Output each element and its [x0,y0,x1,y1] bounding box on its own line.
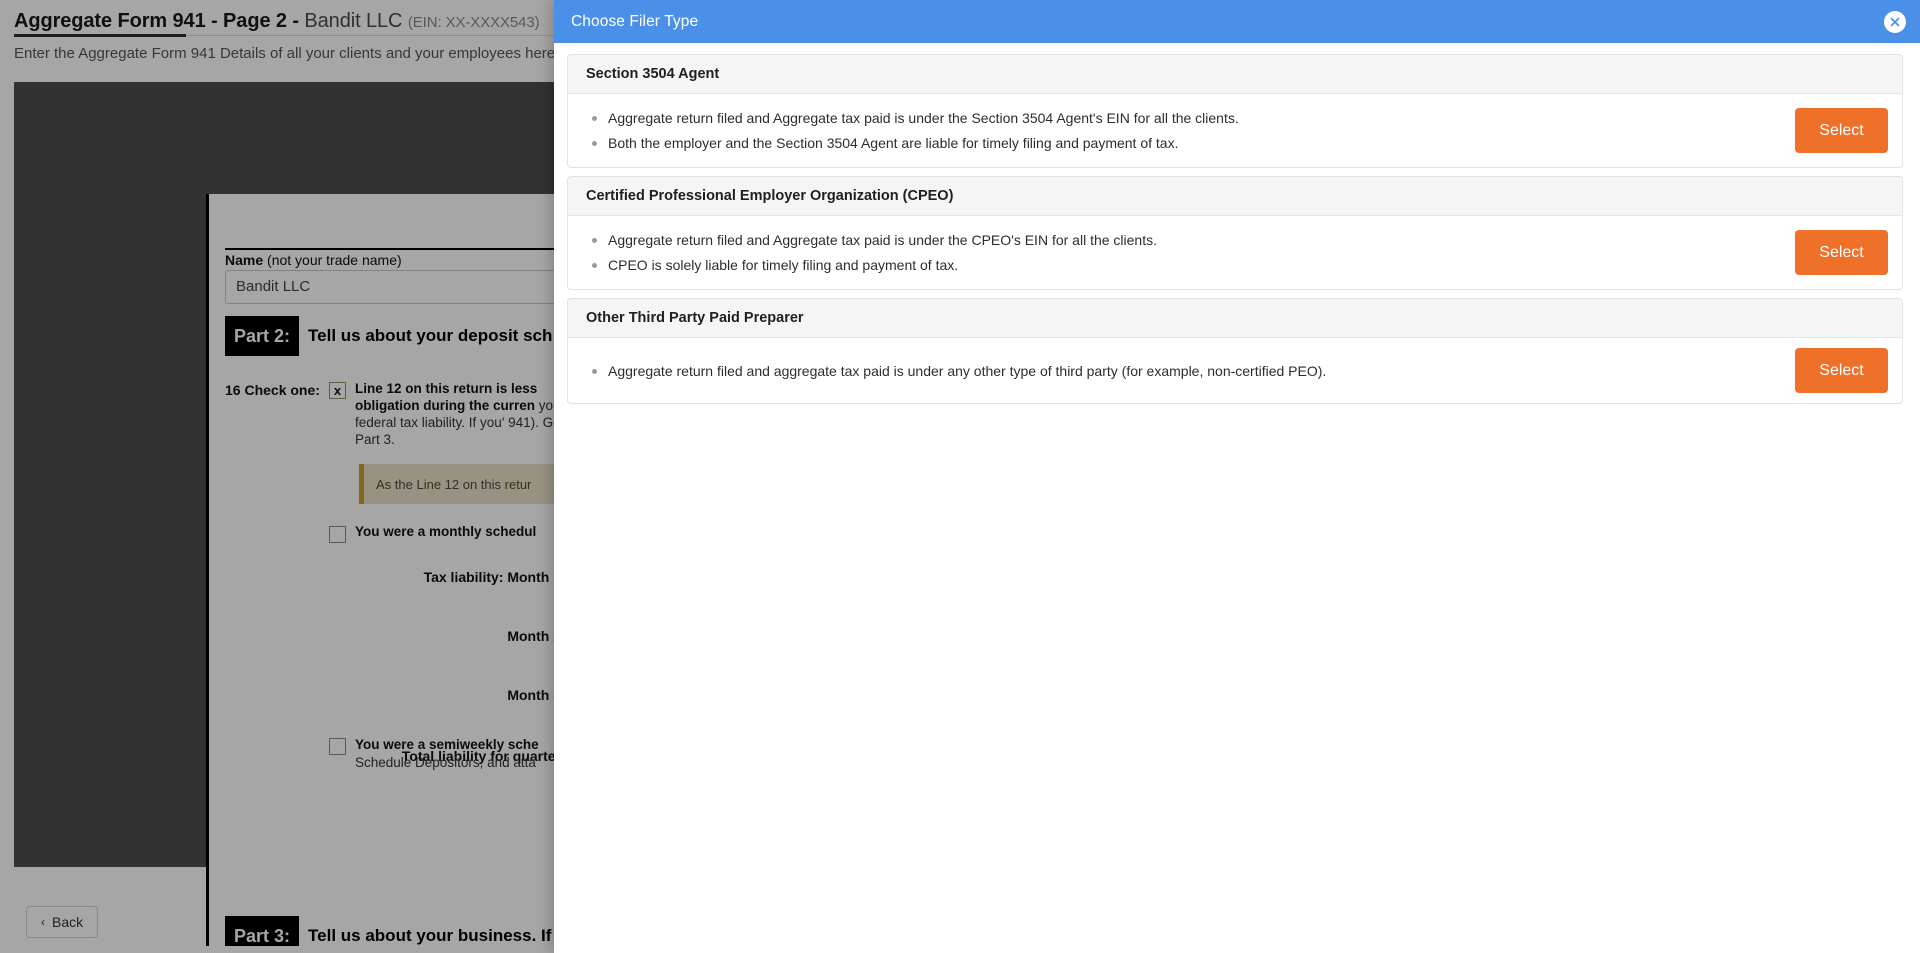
form-option-semiweekly-normal: Schedule Depositors, and atta [355,755,536,770]
form-name-label-bold: Name [225,252,264,268]
back-button[interactable]: ‹ Back [26,906,99,938]
form-liability-row-month1: Tax liability: Month 1 [423,569,561,585]
page-title-ein: (EIN: XX-XXXX543) [407,14,540,31]
list-item: Aggregate return filed and Aggregate tax… [586,107,1779,129]
title-divider-accent [14,34,186,37]
back-button-label: Back [52,914,84,930]
form-liability-row-month3: Month 3 [507,687,561,703]
form-part2-tag: Part 2: [225,316,300,356]
form-part2-band: Part 2: Tell us about your deposit sch [225,316,565,356]
filer-type-body: Aggregate return filed and Aggregate tax… [568,216,1902,289]
form-part3-band: Part 3: Tell us about your business. If [225,916,565,946]
page-header: Aggregate Form 941 - Page 2 - Bandit LLC… [0,0,560,72]
filer-type-bullet-list: Aggregate return filed and Aggregate tax… [586,226,1779,279]
form-check-one-label: 16 Check one: [225,382,320,398]
form-option-monthly-text: You were a monthly schedul [355,524,537,539]
form-preview-canvas: Name (not your trade name) Bandit LLC Pa… [14,82,570,946]
close-icon[interactable] [1884,10,1906,33]
filer-type-body: Aggregate return filed and Aggregate tax… [568,94,1902,167]
form-liability-row-month2: Month 2 [507,628,561,644]
select-button-section-3504-agent[interactable]: Select [1795,108,1888,153]
form-option-semiweekly-text: You were a semiweekly sche Schedule Depo… [355,736,570,772]
form-checkbox-semiweekly-depositor[interactable] [329,738,346,755]
filer-type-heading: Certified Professional Employer Organiza… [568,177,1902,216]
list-item: CPEO is solely liable for timely filing … [586,254,1779,276]
filer-type-card: Section 3504 Agent Aggregate return file… [567,54,1903,168]
form-checkbox-line12[interactable]: x [329,382,346,399]
form-option-line12-bold: Line 12 on this return is less obligatio… [355,381,538,413]
filer-type-heading: Section 3504 Agent [568,55,1902,94]
filer-type-body: Aggregate return filed and aggregate tax… [568,338,1902,403]
chevron-left-icon: ‹ [41,915,45,929]
form-option-line12-text: Line 12 on this return is less obligatio… [355,380,570,448]
form-name-label-note: (not your trade name) [263,252,402,268]
choose-filer-type-modal: Choose Filer Type Section 3504 Agent Agg… [554,0,1920,953]
list-item: Aggregate return filed and Aggregate tax… [586,229,1779,251]
page-title-company: Bandit LLC [304,10,403,32]
form-941-sheet: Name (not your trade name) Bandit LLC Pa… [206,194,570,946]
list-item: Both the employer and the Section 3504 A… [586,132,1779,154]
page-title-prefix: Aggregate Form 941 - Page 2 - [14,10,305,32]
filer-type-bullet-list: Aggregate return filed and aggregate tax… [586,357,1779,385]
page-subtitle: Enter the Aggregate Form 941 Details of … [14,45,560,62]
form-part3-tag: Part 3: [225,916,300,946]
form-part2-text: Tell us about your deposit sch [308,326,553,345]
page-title: Aggregate Form 941 - Page 2 - Bandit LLC… [14,10,542,33]
list-item: Aggregate return filed and aggregate tax… [586,360,1779,382]
form-top-rule [225,248,565,250]
select-button-other-third-party[interactable]: Select [1795,348,1888,393]
form-line12-note: As the Line 12 on this retur [359,464,570,504]
form-name-label: Name (not your trade name) [225,252,402,268]
form-checkbox-monthly-depositor[interactable] [329,526,346,543]
filer-type-bullet-list: Aggregate return filed and Aggregate tax… [586,104,1779,157]
filer-type-heading: Other Third Party Paid Preparer [568,299,1902,338]
form-option-semiweekly-bold: You were a semiweekly sche [355,737,539,752]
select-button-cpeo[interactable]: Select [1795,230,1888,275]
modal-header: Choose Filer Type [554,0,1920,43]
form-part3-text: Tell us about your business. If [308,926,552,945]
modal-title: Choose Filer Type [571,12,699,30]
modal-body: Section 3504 Agent Aggregate return file… [554,43,1920,953]
filer-type-card: Other Third Party Paid Preparer Aggregat… [567,298,1903,404]
filer-type-card: Certified Professional Employer Organiza… [567,176,1903,290]
form-name-input[interactable]: Bandit LLC [225,270,565,304]
